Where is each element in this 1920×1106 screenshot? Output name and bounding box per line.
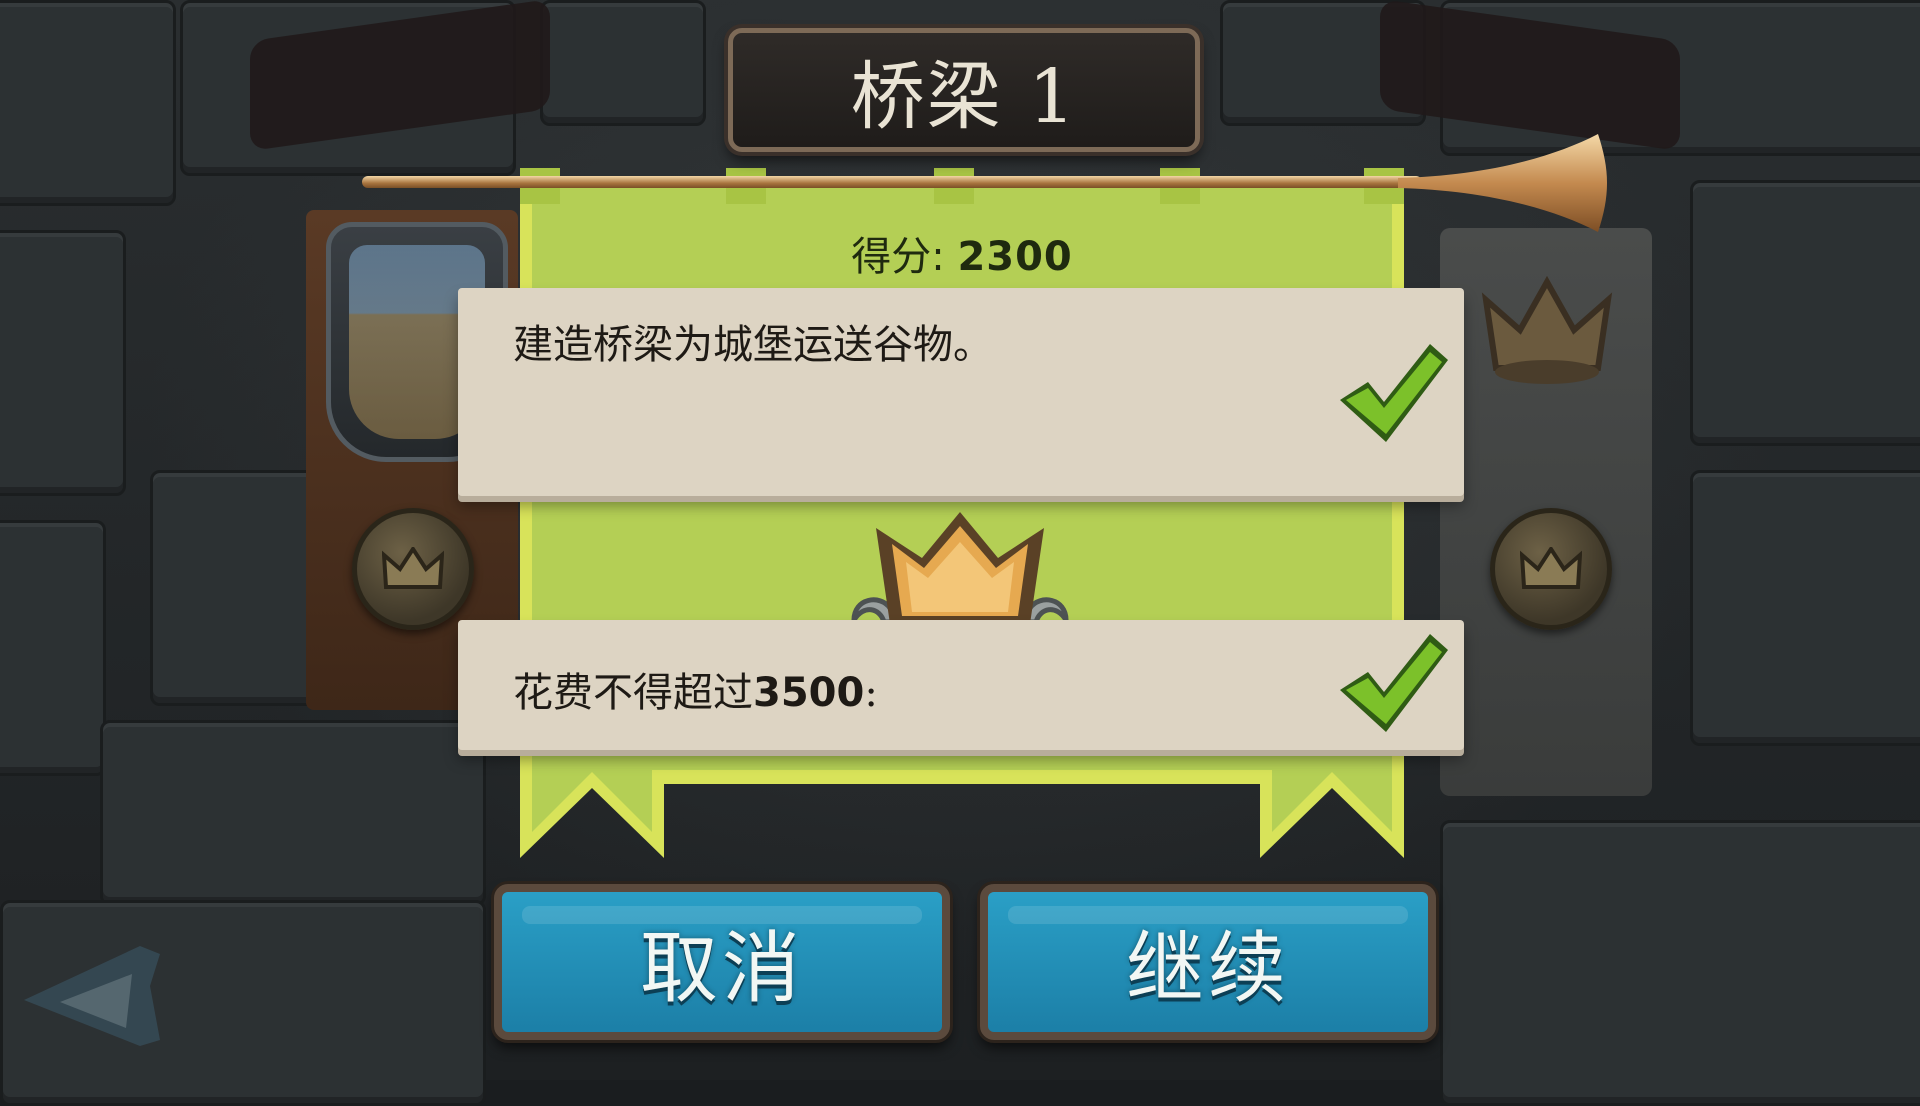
wall-brick xyxy=(1440,820,1920,1106)
wall-brick xyxy=(1690,180,1920,446)
checkmark-icon xyxy=(1340,344,1448,442)
objective-card: 建造桥梁为城堡运送谷物。 xyxy=(458,288,1464,496)
objective-card: 花费不得超过3500: xyxy=(458,620,1464,750)
continue-button[interactable]: 继续 xyxy=(980,884,1436,1040)
wall-brick xyxy=(150,470,316,706)
objective-label: 花费不得超过 xyxy=(513,670,753,716)
wall-brick xyxy=(1690,470,1920,746)
cancel-button[interactable]: 取消 xyxy=(494,884,950,1040)
objective-suffix: : xyxy=(864,670,878,716)
objective-text: 建造桥梁为城堡运送谷物。 xyxy=(513,322,993,368)
checkmark-icon xyxy=(1340,634,1448,732)
trumpet-icon xyxy=(362,176,1422,188)
game-screen: 桥梁 1 得分: 2300 建造桥梁为城堡运送谷物。 花费不得超过3500: 取… xyxy=(0,0,1920,1106)
crown-outline-icon xyxy=(1481,275,1613,384)
wall-brick xyxy=(0,0,176,206)
score-display: 得分: 2300 xyxy=(520,224,1404,282)
level-title: 桥梁 1 xyxy=(728,28,1200,152)
wall-brick xyxy=(100,720,486,906)
score-label: 得分: xyxy=(851,234,945,280)
next-level-banner xyxy=(1440,228,1652,796)
wall-brick xyxy=(0,520,106,776)
crown-coin-icon xyxy=(1490,508,1612,630)
objective-text: 花费不得超过3500: xyxy=(513,660,878,718)
wall-brick xyxy=(540,0,706,126)
budget-amount: 3500 xyxy=(753,670,865,716)
crown-coin-icon xyxy=(352,508,474,630)
score-value: 2300 xyxy=(957,234,1073,280)
back-arrow-icon[interactable] xyxy=(20,940,180,1048)
wall-brick xyxy=(0,230,126,496)
trumpet-bell-icon xyxy=(1398,134,1607,232)
